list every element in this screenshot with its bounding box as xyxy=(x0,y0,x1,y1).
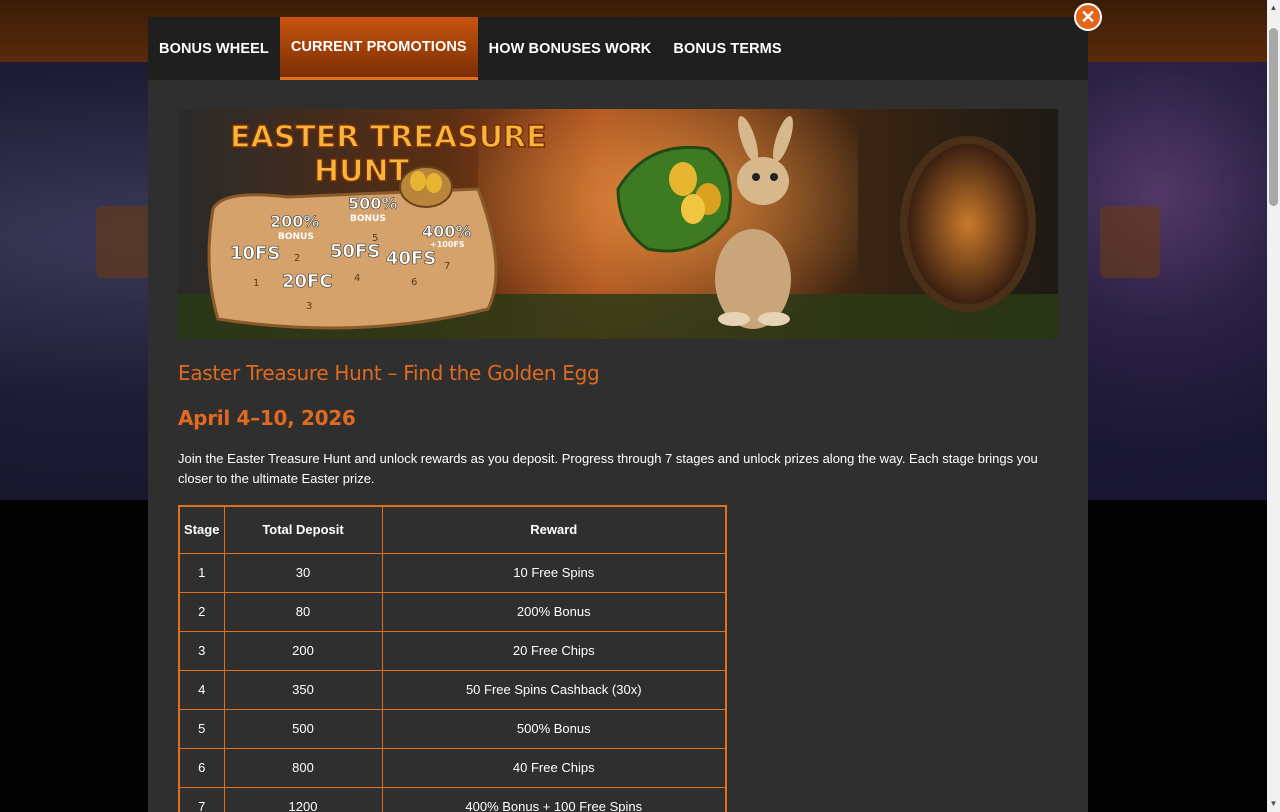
svg-text:5: 5 xyxy=(372,233,378,244)
svg-text:500%: 500% xyxy=(348,194,397,213)
reward-cell: 20 Free Chips xyxy=(381,630,727,671)
table-row: 1 30 10 Free Spins xyxy=(178,552,727,593)
scroll-up-arrow-icon[interactable]: ▲ xyxy=(1269,2,1278,14)
stage-cell: 6 xyxy=(178,747,225,788)
scrollbar-thumb[interactable] xyxy=(1269,28,1278,206)
svg-text:BONUS: BONUS xyxy=(278,232,314,242)
deposit-cell: 80 xyxy=(223,591,383,632)
site-hero-art xyxy=(1080,62,1280,500)
reward-cell: 400% Bonus + 100 Free Spins xyxy=(381,786,727,812)
deposit-cell: 500 xyxy=(223,708,383,749)
svg-text:10FS: 10FS xyxy=(230,243,280,264)
promotions-modal: BONUS WHEEL CURRENT PROMOTIONS HOW BONUS… xyxy=(148,17,1088,812)
svg-text:200%: 200% xyxy=(270,212,319,231)
tab-how-bonuses-work[interactable]: HOW BONUSES WORK xyxy=(478,17,663,80)
promo-banner: EASTER TREASURE HUNT 200% BONUS 500% BON… xyxy=(178,109,1058,339)
close-button[interactable]: ✕ xyxy=(1074,3,1102,31)
deposit-cell: 30 xyxy=(223,552,383,593)
svg-text:50FS: 50FS xyxy=(330,241,380,262)
stage-cell: 1 xyxy=(178,552,225,593)
deposit-cell: 800 xyxy=(223,747,383,788)
carousel-prev-button xyxy=(96,206,152,278)
tab-bonus-wheel[interactable]: BONUS WHEEL xyxy=(148,17,280,80)
table-row: 3 200 20 Free Chips xyxy=(178,630,727,671)
deposit-cell: 200 xyxy=(223,630,383,671)
svg-text:2: 2 xyxy=(294,253,300,264)
svg-text:40FS: 40FS xyxy=(386,248,436,269)
promo-dates: April 4–10, 2026 xyxy=(178,406,356,430)
table-row: 7 1200 400% Bonus + 100 Free Spins xyxy=(178,786,727,812)
table-row: 2 80 200% Bonus xyxy=(178,591,727,632)
table-row: 6 800 40 Free Chips xyxy=(178,747,727,788)
reward-cell: 10 Free Spins xyxy=(381,552,727,593)
table-row: 5 500 500% Bonus xyxy=(178,708,727,749)
promo-title: Easter Treasure Hunt – Find the Golden E… xyxy=(178,361,600,385)
promo-description: Join the Easter Treasure Hunt and unlock… xyxy=(178,451,1038,486)
stage-cell: 7 xyxy=(178,786,225,812)
egg-basket-icon xyxy=(399,166,453,208)
carousel-next-button xyxy=(1100,206,1160,278)
svg-text:4: 4 xyxy=(354,273,360,284)
deposit-cell: 350 xyxy=(223,669,383,710)
stage-cell: 5 xyxy=(178,708,225,749)
page-scrollbar[interactable]: ▲ ▼ xyxy=(1267,0,1280,812)
stage-cell: 2 xyxy=(178,591,225,632)
table-row: 4 350 50 Free Spins Cashback (30x) xyxy=(178,669,727,710)
column-header-stage: Stage xyxy=(178,505,225,554)
deposit-cell: 1200 xyxy=(223,786,383,812)
tab-current-promotions[interactable]: CURRENT PROMOTIONS xyxy=(279,17,478,80)
stages-table: Stage Total Deposit Reward 1 30 10 Free … xyxy=(178,505,727,812)
promo-content: EASTER TREASURE HUNT 200% BONUS 500% BON… xyxy=(148,80,1088,812)
table-header-row: Stage Total Deposit Reward xyxy=(178,505,727,554)
svg-text:BONUS: BONUS xyxy=(350,214,386,224)
banner-headline-2: HUNT xyxy=(314,154,410,189)
close-icon: ✕ xyxy=(1080,6,1096,27)
stage-cell: 4 xyxy=(178,669,225,710)
column-header-reward: Reward xyxy=(381,505,727,554)
svg-text:1: 1 xyxy=(253,278,259,289)
svg-text:6: 6 xyxy=(411,277,417,288)
banner-headline-1: EASTER TREASURE xyxy=(230,120,547,155)
tab-bonus-terms[interactable]: BONUS TERMS xyxy=(662,17,792,80)
svg-text:3: 3 xyxy=(306,301,312,312)
reward-cell: 500% Bonus xyxy=(381,708,727,749)
modal-tabs: BONUS WHEEL CURRENT PROMOTIONS HOW BONUS… xyxy=(148,17,1088,80)
reward-cell: 50 Free Spins Cashback (30x) xyxy=(381,669,727,710)
hobbit-door-icon xyxy=(908,144,1028,304)
reward-cell: 200% Bonus xyxy=(381,591,727,632)
banner-illustration: EASTER TREASURE HUNT 200% BONUS 500% BON… xyxy=(178,109,1058,339)
stage-cell: 3 xyxy=(178,630,225,671)
column-header-total-deposit: Total Deposit xyxy=(223,505,383,554)
reward-cell: 40 Free Chips xyxy=(381,747,727,788)
svg-text:20FC: 20FC xyxy=(282,271,333,292)
svg-text:+100FS: +100FS xyxy=(430,240,465,249)
scroll-down-arrow-icon[interactable]: ▼ xyxy=(1269,798,1278,810)
svg-text:7: 7 xyxy=(444,261,450,272)
svg-text:400%: 400% xyxy=(422,222,471,241)
